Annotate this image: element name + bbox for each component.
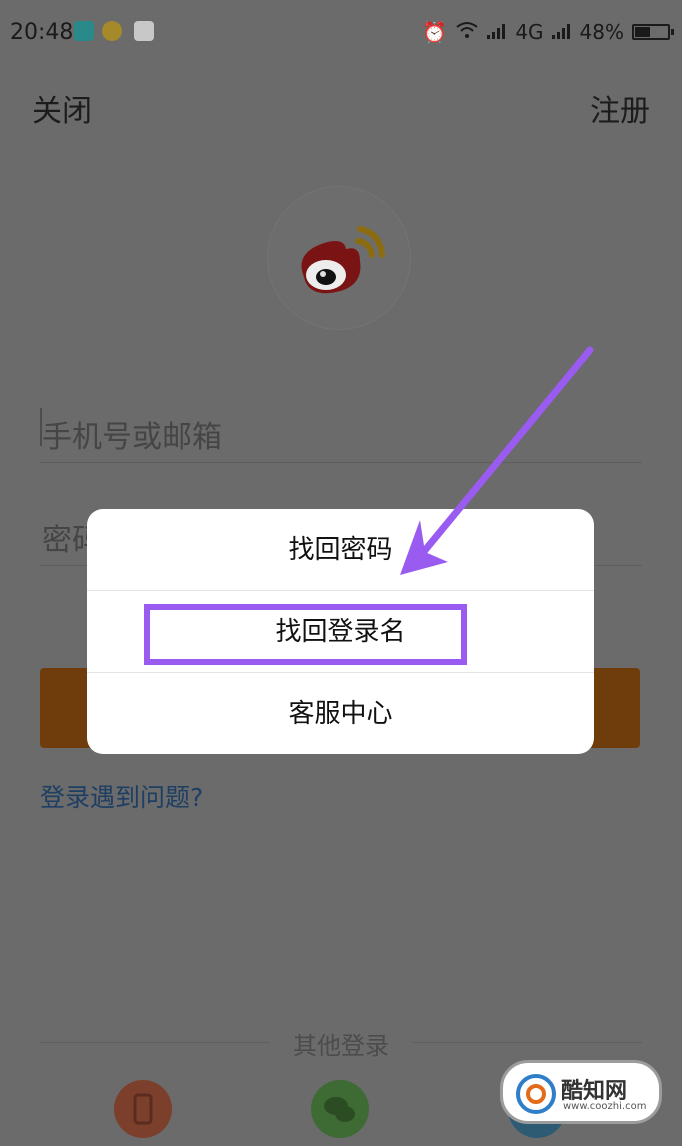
login-screen: 20:48 ⏰ 4G 48% 关闭 注册 手机号或邮箱 密码 登录遇到问题? 其…	[0, 0, 682, 1146]
coozhi-logo-icon	[516, 1074, 556, 1114]
annotation-arrow	[400, 346, 594, 575]
watermark-logo: 酷知网 www.coozhi.com	[500, 1060, 662, 1124]
watermark-url: www.coozhi.com	[563, 1101, 647, 1112]
